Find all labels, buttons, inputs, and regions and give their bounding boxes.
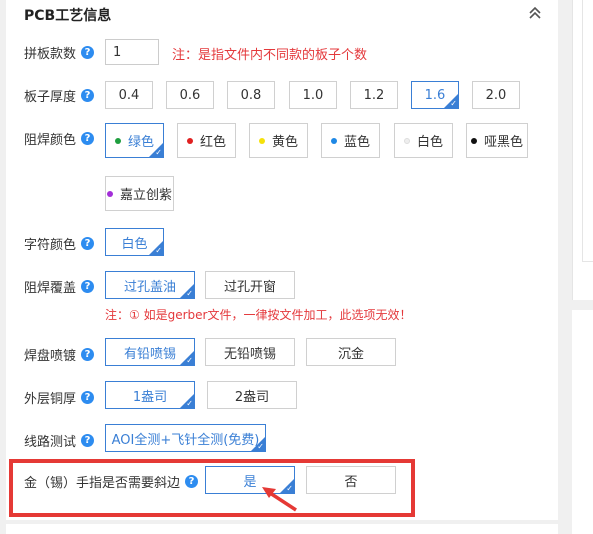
- mask-color-red[interactable]: 红色: [177, 123, 236, 158]
- copper-option-1oz[interactable]: 1盎司: [105, 381, 195, 409]
- thickness-option[interactable]: 1.0: [289, 81, 337, 109]
- mask-color-matte-black[interactable]: 哑黑色: [466, 123, 528, 158]
- mask-color-blue[interactable]: 蓝色: [321, 123, 380, 158]
- mask-color-white[interactable]: 白色: [394, 123, 453, 158]
- yellow-dot-icon: [258, 137, 265, 144]
- surface-finish-option-lead-free[interactable]: 无铅喷锡: [205, 338, 295, 366]
- panel-qty-note: 注：是指文件内不同款的板子个数: [172, 48, 368, 63]
- silkscreen-label: 字符颜色?: [24, 234, 95, 253]
- arrow-pointer-icon: [262, 487, 297, 512]
- help-icon[interactable]: ?: [81, 132, 95, 145]
- thickness-option[interactable]: 0.4: [105, 81, 153, 109]
- surface-finish-label: 焊盘喷镀?: [24, 345, 95, 364]
- help-icon[interactable]: ?: [81, 237, 95, 250]
- mask-color-purple[interactable]: 嘉立创紫: [105, 176, 174, 211]
- right-sidebar-inner: [582, 0, 593, 262]
- silkscreen-option-white[interactable]: 白色: [105, 228, 164, 256]
- solder-mask-label: 阻焊颜色?: [24, 129, 95, 148]
- thickness-option[interactable]: 0.8: [227, 81, 275, 109]
- section-title: PCB工艺信息: [24, 8, 112, 24]
- panel-qty-label: 拼板款数?: [24, 43, 95, 62]
- help-icon[interactable]: ?: [81, 46, 95, 59]
- blue-dot-icon: [330, 137, 337, 144]
- next-panel: [6, 524, 558, 534]
- surface-finish-option-leaded[interactable]: 有铅喷锡: [105, 338, 195, 366]
- black-dot-icon: [470, 137, 477, 144]
- green-dot-icon: [114, 137, 121, 144]
- white-dot-icon: [403, 137, 410, 144]
- purple-dot-icon: [106, 190, 113, 197]
- mask-cover-option-open[interactable]: 过孔开窗: [205, 271, 295, 299]
- help-icon[interactable]: ?: [81, 391, 95, 404]
- help-icon[interactable]: ?: [81, 89, 95, 102]
- panel-qty-input[interactable]: [105, 39, 159, 65]
- mask-cover-note: 注：① 如是gerber文件，一律按文件加工，此选项无效！: [105, 308, 412, 322]
- test-option-aoi-flying-probe[interactable]: AOI全测+飞针全测(免费): [105, 424, 266, 452]
- thickness-option[interactable]: 0.6: [166, 81, 214, 109]
- mask-cover-label: 阻焊覆盖?: [24, 277, 95, 296]
- help-icon[interactable]: ?: [81, 280, 95, 293]
- thickness-label: 板子厚度?: [24, 86, 95, 105]
- collapse-icon[interactable]: [526, 4, 544, 22]
- surface-finish-option-enig[interactable]: 沉金: [306, 338, 396, 366]
- thickness-option[interactable]: 1.2: [350, 81, 398, 109]
- red-dot-icon: [186, 137, 193, 144]
- copper-option-2oz[interactable]: 2盎司: [207, 381, 297, 409]
- test-label: 线路测试?: [24, 431, 95, 450]
- help-icon[interactable]: ?: [81, 348, 95, 361]
- highlight-box: [9, 459, 415, 517]
- copper-label: 外层铜厚?: [24, 388, 95, 407]
- thickness-option-selected[interactable]: 1.6: [411, 81, 459, 109]
- right-sidebar-lower: [572, 310, 593, 534]
- thickness-option[interactable]: 2.0: [472, 81, 520, 109]
- mask-color-green[interactable]: 绿色: [105, 123, 164, 158]
- mask-cover-option-covered[interactable]: 过孔盖油: [105, 271, 195, 299]
- mask-color-yellow[interactable]: 黄色: [249, 123, 308, 158]
- help-icon[interactable]: ?: [81, 434, 95, 447]
